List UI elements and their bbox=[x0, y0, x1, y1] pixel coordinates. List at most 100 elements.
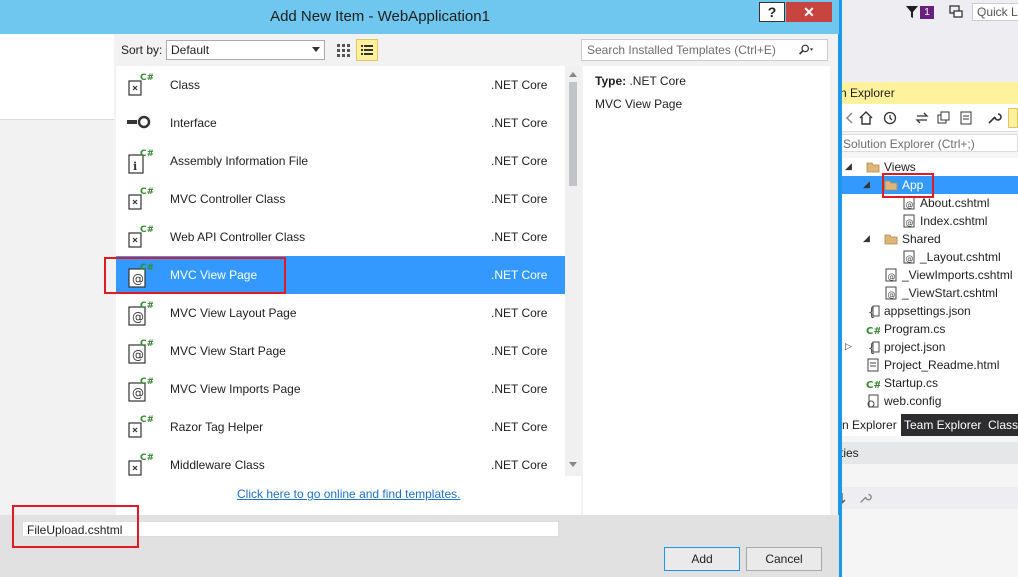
svg-text:C#: C# bbox=[866, 326, 880, 336]
template-item[interactable]: @ C# MVC View Imports Page .NET Core bbox=[116, 370, 565, 408]
template-item[interactable]: C# Class .NET Core bbox=[116, 66, 565, 104]
tree-item[interactable]: @ About.cshtml bbox=[838, 194, 1018, 212]
scroll-up-arrow-icon[interactable] bbox=[569, 72, 577, 77]
svg-text:@: @ bbox=[906, 200, 914, 209]
tree-item[interactable]: ◢ App bbox=[838, 176, 1018, 194]
svg-text:@: @ bbox=[906, 218, 914, 227]
template-item-language: .NET Core bbox=[491, 230, 548, 244]
svg-text:C#: C# bbox=[140, 263, 153, 273]
search-icon[interactable] bbox=[798, 42, 814, 58]
tree-item[interactable]: {appsettings.json bbox=[838, 302, 1018, 320]
template-item[interactable]: Interface .NET Core bbox=[116, 104, 565, 142]
close-button[interactable]: ✕ bbox=[786, 2, 832, 22]
tree-item[interactable]: Project_Readme.html bbox=[838, 356, 1018, 374]
properties-toolbar bbox=[838, 487, 1018, 509]
search-templates-input[interactable]: Search Installed Templates (Ctrl+E) bbox=[581, 39, 828, 61]
template-item-language: .NET Core bbox=[491, 154, 548, 168]
tree-item-label: Shared bbox=[902, 232, 941, 246]
tree-item[interactable]: ◢ Shared bbox=[838, 230, 1018, 248]
pin-button[interactable] bbox=[1008, 108, 1018, 128]
sort-by-select[interactable]: Default bbox=[166, 40, 325, 60]
name-input[interactable]: FileUpload.cshtml bbox=[22, 521, 559, 537]
expand-arrow-icon[interactable]: ▷ bbox=[845, 341, 855, 351]
sync-icon[interactable] bbox=[914, 110, 930, 126]
add-button[interactable]: Add bbox=[664, 547, 740, 571]
scroll-down-arrow-icon[interactable] bbox=[569, 462, 577, 467]
tree-item[interactable]: @ Index.cshtml bbox=[838, 212, 1018, 230]
tool-window-tab[interactable]: Team Explorer bbox=[900, 414, 985, 436]
template-item-name: MVC View Imports Page bbox=[170, 382, 301, 396]
template-item[interactable]: C# Web API Controller Class .NET Core bbox=[116, 218, 565, 256]
tree-item[interactable]: @ _ViewImports.cshtml bbox=[838, 266, 1018, 284]
template-item[interactable]: C# Middleware Class .NET Core bbox=[116, 446, 565, 484]
history-icon[interactable] bbox=[882, 110, 898, 126]
tree-item[interactable]: @ _ViewStart.cshtml bbox=[838, 284, 1018, 302]
properties-title: ties bbox=[838, 442, 1018, 464]
collapse-arrow-icon[interactable]: ◢ bbox=[863, 179, 873, 189]
solution-tree: ◢ Views ◢ App @ About.cshtml @ Index.cshtml ◢ Sha… bbox=[838, 158, 1018, 418]
svg-text:@: @ bbox=[132, 386, 144, 400]
svg-text:C#: C# bbox=[866, 380, 880, 390]
template-item-name: Middleware Class bbox=[170, 458, 265, 472]
tree-item[interactable]: @ _Layout.cshtml bbox=[838, 248, 1018, 266]
template-item-language: .NET Core bbox=[491, 78, 548, 92]
tool-window-tab[interactable]: n Explorer bbox=[838, 414, 901, 436]
tree-item-label: Views bbox=[884, 160, 916, 174]
cancel-button[interactable]: Cancel bbox=[746, 547, 822, 571]
tree-item[interactable]: C# Startup.cs bbox=[838, 374, 1018, 392]
template-item[interactable]: @ C# MVC View Start Page .NET Core bbox=[116, 332, 565, 370]
wrench-icon[interactable] bbox=[858, 491, 872, 505]
medium-icons-view-icon[interactable] bbox=[333, 40, 353, 60]
solution-explorer-toolbar bbox=[838, 104, 1018, 132]
csharp-class-icon: C# bbox=[128, 453, 153, 476]
dialog-title-bar[interactable]: Add New Item - WebApplication1 ? ✕ bbox=[0, 0, 839, 34]
tool-window-tab[interactable]: Class bbox=[984, 414, 1018, 436]
tree-item[interactable]: ◢ Views bbox=[838, 158, 1018, 176]
csharp-class-icon: C# bbox=[128, 415, 153, 438]
template-list-scrollbar[interactable] bbox=[565, 66, 581, 476]
quick-launch-input[interactable]: Quick L bbox=[972, 3, 1018, 21]
online-templates-link[interactable]: Click here to go online and find templat… bbox=[237, 487, 460, 501]
scroll-thumb[interactable] bbox=[569, 82, 577, 186]
razor-page-icon: @C# bbox=[128, 377, 153, 402]
collapse-arrow-icon[interactable]: ◢ bbox=[863, 233, 873, 243]
razor-file-icon: @ bbox=[903, 214, 915, 228]
template-item[interactable]: i C# Assembly Information File .NET Core bbox=[116, 142, 565, 180]
list-view-icon bbox=[361, 45, 373, 55]
csharp-file-icon: C# bbox=[866, 380, 880, 390]
template-item[interactable]: @ C# MVC View Layout Page .NET Core bbox=[116, 294, 565, 332]
back-icon[interactable] bbox=[842, 110, 858, 126]
solution-explorer-search[interactable]: Solution Explorer (Ctrl+;) bbox=[840, 134, 1018, 152]
collapse-arrow-icon[interactable]: ◢ bbox=[845, 161, 855, 171]
help-button[interactable]: ? bbox=[759, 2, 785, 22]
feedback-icon[interactable] bbox=[948, 4, 964, 20]
svg-text:i: i bbox=[133, 160, 137, 173]
config-file-icon bbox=[867, 394, 879, 408]
tree-item[interactable]: ▷ {project.json bbox=[838, 338, 1018, 356]
template-item[interactable]: C# Razor Tag Helper .NET Core bbox=[116, 408, 565, 446]
csharp-class-icon: C# bbox=[128, 73, 153, 96]
small-icons-view-button[interactable] bbox=[356, 39, 378, 61]
svg-text:C#: C# bbox=[140, 149, 153, 159]
show-all-files-icon[interactable] bbox=[958, 110, 974, 126]
detail-type: Type: .NET Core bbox=[595, 74, 686, 88]
assembly-info-icon: iC# bbox=[128, 149, 153, 174]
notification-badge: 1 bbox=[920, 6, 934, 19]
template-item-language: .NET Core bbox=[491, 458, 548, 472]
collapse-all-icon[interactable] bbox=[936, 110, 952, 126]
home-icon[interactable] bbox=[858, 110, 874, 126]
razor-page-icon: @C# bbox=[128, 263, 153, 288]
tree-item[interactable]: web.config bbox=[838, 392, 1018, 410]
tree-item[interactable]: C# Program.cs bbox=[838, 320, 1018, 338]
template-item[interactable]: C# MVC Controller Class .NET Core bbox=[116, 180, 565, 218]
template-item-language: .NET Core bbox=[491, 116, 548, 130]
template-item[interactable]: @ C# MVC View Page .NET Core bbox=[116, 256, 565, 294]
filter-icon[interactable] bbox=[905, 5, 919, 19]
properties-wrench-icon[interactable] bbox=[986, 110, 1002, 126]
detail-description: MVC View Page bbox=[595, 97, 683, 111]
template-item-language: .NET Core bbox=[491, 268, 548, 282]
tree-item-label: project.json bbox=[884, 340, 946, 354]
template-item-name: Class bbox=[170, 78, 201, 92]
tree-item-label: Project_Readme.html bbox=[884, 358, 1000, 372]
category-tree-pane[interactable] bbox=[0, 34, 114, 120]
